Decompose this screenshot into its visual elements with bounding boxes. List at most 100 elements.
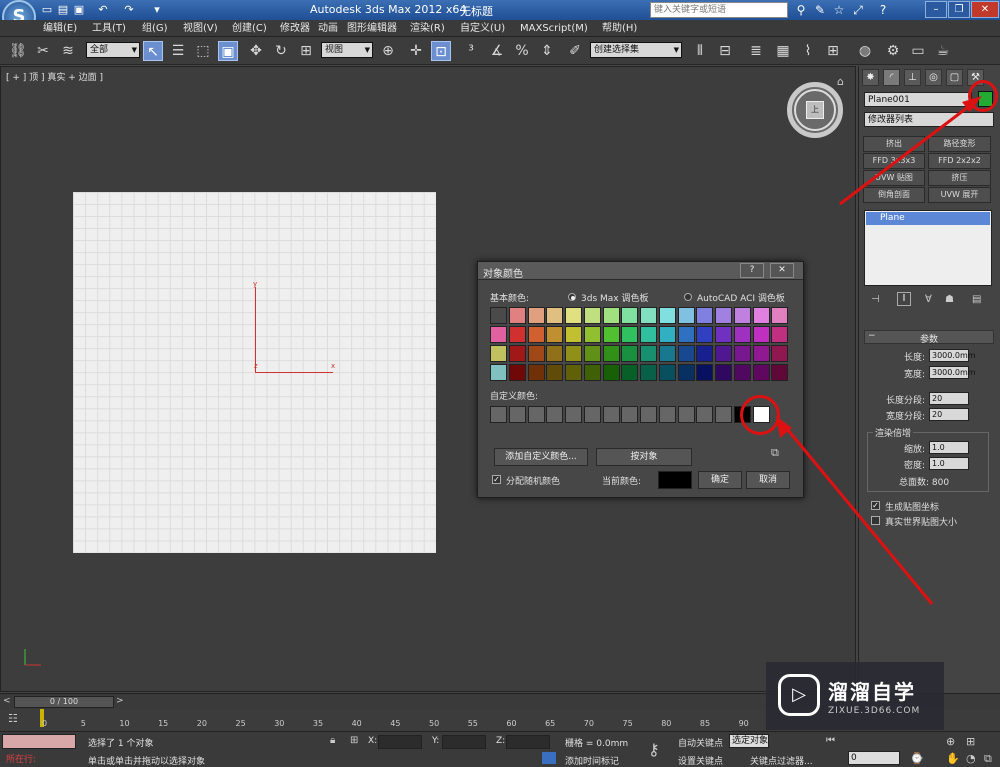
custom-color-swatch[interactable] [602,406,620,423]
time-prev-icon[interactable]: < [3,696,11,706]
zoom-all-icon[interactable]: ⊞ [966,735,975,748]
basic-color-swatch[interactable] [696,307,714,324]
custom-color-swatch[interactable] [583,406,601,423]
basic-color-swatch[interactable] [565,307,582,324]
maximize-viewport-icon[interactable]: ⧉ [984,752,992,766]
basic-color-swatch[interactable] [621,307,639,324]
redo-icon[interactable]: ↷ [122,3,136,17]
basic-color-swatch[interactable] [771,345,789,362]
width-segs-spinner[interactable]: 20 [929,408,969,421]
basic-color-swatch[interactable] [677,364,695,381]
move-icon[interactable]: ✥ [246,41,266,61]
basic-color-swatch[interactable] [546,326,564,343]
restore-button[interactable]: ❐ [948,1,970,18]
binoculars-icon[interactable]: ⚲ [793,2,809,18]
abs-mode-icon[interactable]: ⊞ [350,735,358,746]
basic-color-swatch[interactable] [602,307,620,324]
length-segs-spinner[interactable]: 20 [929,392,969,405]
dialog-help-button[interactable]: ? [740,263,764,278]
create-tab-icon[interactable]: ✸ [862,69,879,86]
cancel-button[interactable]: 取消 [746,471,790,489]
custom-color-swatch[interactable] [527,406,545,423]
basic-color-swatch[interactable] [733,307,751,324]
basic-color-swatch[interactable] [677,326,695,343]
basic-color-swatch[interactable] [640,364,657,381]
make-unique-icon[interactable]: ∀ [925,294,932,305]
basic-color-swatch[interactable] [658,345,676,362]
minimize-button[interactable]: – [925,1,947,18]
menu-tools[interactable]: 工具(T) [92,21,126,36]
modifier-uvw-map-button[interactable]: UVW 贴图 [863,170,925,186]
auto-key-button[interactable]: 自动关键点 [678,736,723,749]
custom-color-swatch[interactable] [621,406,639,423]
modifier-extrude-button[interactable]: 挤出 [863,136,925,152]
dialog-close-button[interactable]: ✕ [770,263,794,278]
custom-color-swatch[interactable] [565,406,582,423]
basic-color-swatch[interactable] [621,345,639,362]
menu-graph-editors[interactable]: 图形编辑器 [347,21,397,36]
hierarchy-tab-icon[interactable]: ⊥ [904,69,921,86]
viewport-label[interactable]: [ + ] 顶 ] 真实 + 边面 ] [6,70,103,83]
render-setup-icon[interactable]: ⚙ [883,41,903,61]
basic-color-swatch[interactable] [733,364,751,381]
basic-color-swatch[interactable] [602,345,620,362]
basic-color-swatch[interactable] [658,307,676,324]
material-editor-icon[interactable]: ◍ [855,41,875,61]
menu-rendering[interactable]: 渲染(R) [410,21,445,36]
modifier-squeeze-button[interactable]: 挤压 [928,170,991,186]
keyboard-shortcut-icon[interactable]: ⊡ [431,41,451,61]
basic-color-swatch[interactable] [490,364,507,381]
modify-tab-icon[interactable]: ◜ [883,69,900,86]
ok-button[interactable]: 确定 [698,471,742,489]
basic-color-swatch[interactable] [733,326,751,343]
edit-named-sets-icon[interactable]: ✐ [565,41,585,61]
basic-color-swatch[interactable] [508,326,526,343]
basic-color-swatch[interactable] [565,326,582,343]
scale-icon[interactable]: ⊞ [296,41,316,61]
basic-color-swatch[interactable] [715,326,732,343]
basic-color-swatch[interactable] [677,307,695,324]
named-selection-dropdown[interactable]: 创建选择集 [590,42,682,58]
help-icon[interactable]: ? [875,2,891,18]
basic-color-swatch[interactable] [602,326,620,343]
random-colors-label[interactable]: 分配随机颜色 [506,474,560,487]
selected-object-dropdown[interactable]: 选定对象 [729,734,769,748]
pin-icon[interactable]: ⤢ [850,2,866,18]
basic-color-swatch[interactable] [583,364,601,381]
basic-color-swatch[interactable] [583,307,601,324]
basic-color-swatch[interactable] [752,364,770,381]
custom-color-swatch[interactable] [696,406,714,423]
z-coord-field[interactable] [506,735,550,749]
basic-color-swatch[interactable] [715,364,732,381]
basic-color-swatch[interactable] [565,364,582,381]
window-crossing-icon[interactable]: ▣ [218,41,238,61]
viewcube-top-face[interactable]: 上 [806,101,824,119]
basic-color-swatch[interactable] [527,326,545,343]
object-name-field[interactable]: Plane001 [864,92,972,107]
basic-color-swatch[interactable] [546,307,564,324]
basic-color-swatch[interactable] [490,326,507,343]
star-icon[interactable]: ☆ [831,2,847,18]
close-button[interactable]: ✕ [971,1,999,18]
tools-icon[interactable]: ✎ [812,2,828,18]
basic-color-swatch[interactable] [640,345,657,362]
menu-animation[interactable]: 动画 [318,21,338,36]
new-file-icon[interactable]: ▭ [40,3,54,17]
current-frame-field[interactable]: 0 [848,751,900,765]
basic-color-swatch[interactable] [696,364,714,381]
viewcube[interactable]: 上 [787,82,843,138]
set-key-button[interactable]: 设置关键点 [678,754,723,767]
orbit-icon[interactable]: ◔ [966,752,976,765]
basic-color-swatch[interactable] [490,345,507,362]
link-icon[interactable]: ⛓ [8,41,28,61]
pan-icon[interactable]: ✋ [946,752,960,765]
menu-help[interactable]: 帮助(H) [602,21,637,36]
basic-color-swatch[interactable] [640,326,657,343]
custom-color-swatch[interactable] [490,406,507,423]
gen-mapping-label[interactable]: 生成贴图坐标 [885,500,939,513]
selection-filter-dropdown[interactable]: 全部 [86,42,140,58]
basic-color-swatch[interactable] [621,326,639,343]
percent-snap-icon[interactable]: % [512,41,532,61]
basic-color-swatch[interactable] [583,345,601,362]
basic-color-swatch[interactable] [583,326,601,343]
